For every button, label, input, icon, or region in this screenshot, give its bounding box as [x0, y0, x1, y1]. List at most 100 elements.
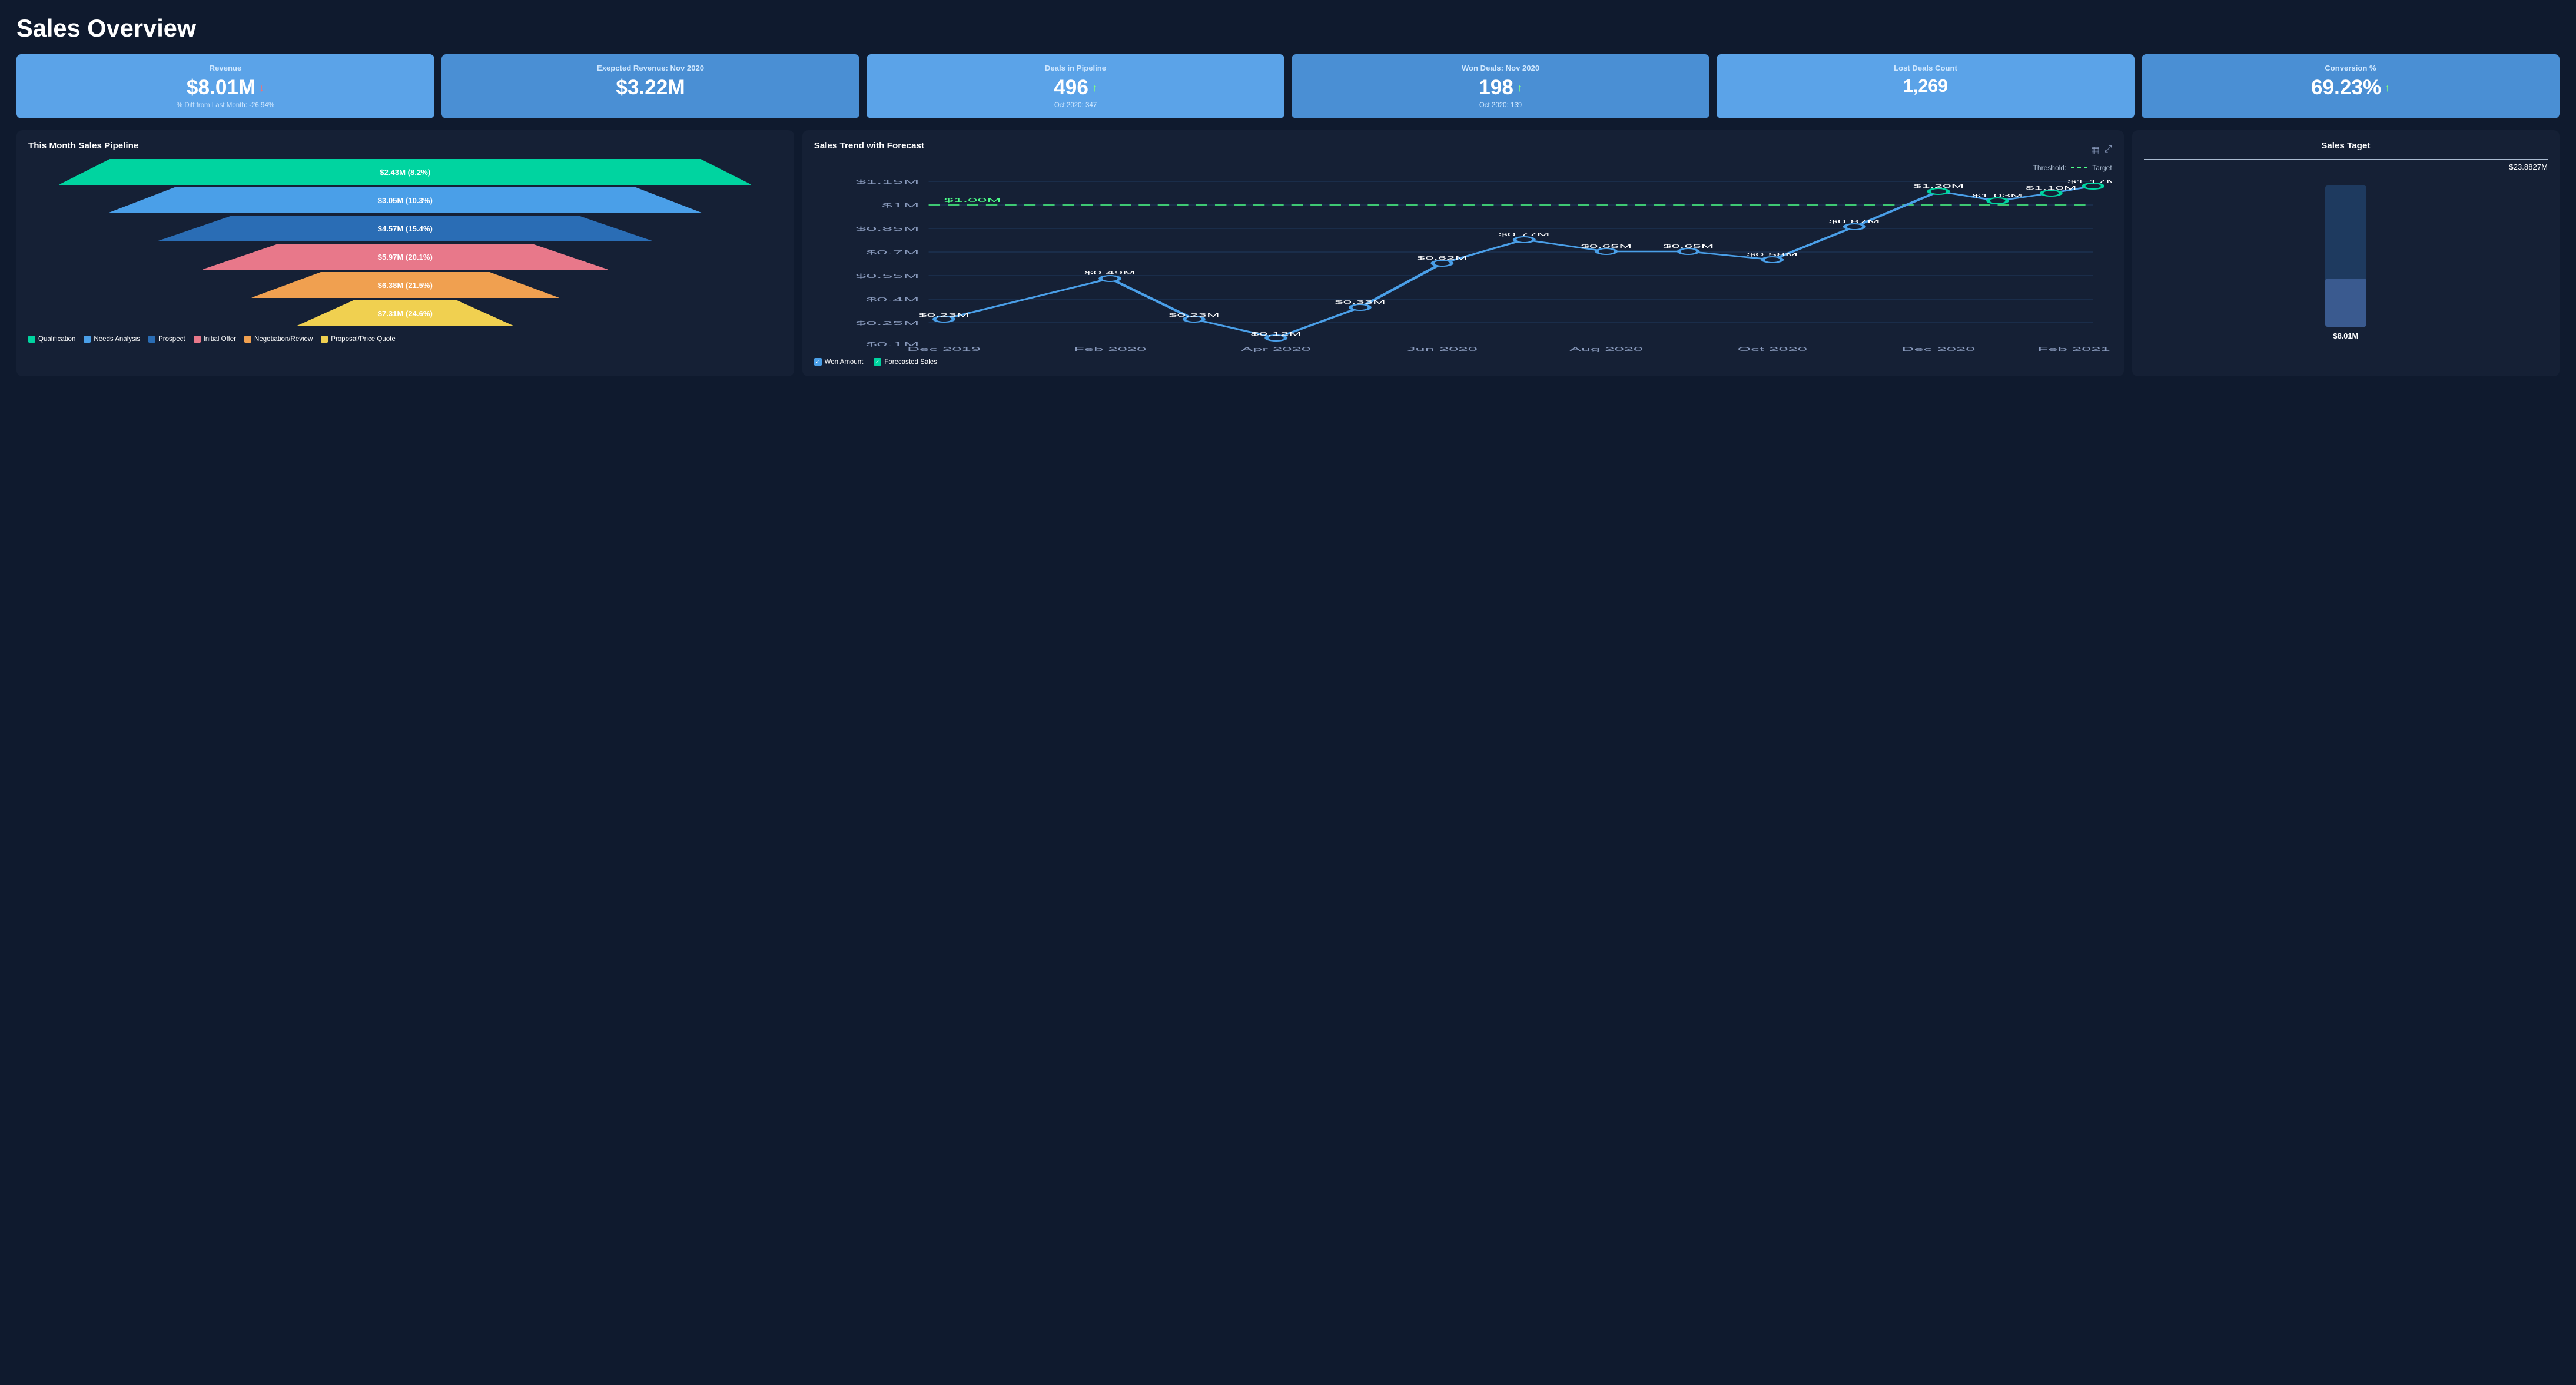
- threshold-line-icon: [2071, 167, 2087, 168]
- kpi-card-expected-revenue: Exepcted Revenue: Nov 2020 $3.22M: [441, 54, 859, 118]
- legend-dot-2: [148, 336, 155, 343]
- svg-text:$1.00M: $1.00M: [944, 197, 1001, 203]
- funnel-panel: This Month Sales Pipeline $2.43M (8.2%)$…: [16, 130, 794, 376]
- svg-text:Feb 2020: Feb 2020: [1074, 346, 1146, 352]
- arrow-up-icon-conv: ↑: [2385, 82, 2390, 94]
- svg-text:$1.15M: $1.15M: [855, 178, 919, 185]
- kpi-card-won-deals: Won Deals: Nov 2020 198 ↑ Oct 2020: 139: [1292, 54, 1709, 118]
- kpi-value-won-deals: 198 ↑: [1479, 76, 1522, 100]
- kpi-card-lost-deals: Lost Deals Count 1,269: [1717, 54, 2135, 118]
- won-amount-checkbox[interactable]: ✓: [814, 358, 822, 366]
- svg-text:$0.55M: $0.55M: [855, 273, 919, 279]
- legend-dot-3: [194, 336, 201, 343]
- svg-text:Jun 2020: Jun 2020: [1406, 346, 1477, 352]
- funnel-legend-item-4: Negotiation/Review: [244, 336, 313, 343]
- target-actual-value: $8.01M: [2333, 332, 2358, 340]
- legend-label-2: Prospect: [158, 336, 185, 343]
- arrow-up-icon: ↑: [1092, 82, 1097, 94]
- kpi-card-revenue: Revenue $8.01M ↓ % Diff from Last Month:…: [16, 54, 434, 118]
- svg-text:$0.33M: $0.33M: [1335, 300, 1385, 305]
- svg-text:$0.87M: $0.87M: [1829, 219, 1880, 224]
- svg-text:$0.12M: $0.12M: [1250, 332, 1301, 337]
- legend-label-3: Initial Offer: [204, 336, 236, 343]
- svg-text:$1M: $1M: [882, 202, 919, 208]
- page-title: Sales Overview: [16, 14, 2560, 42]
- legend-dot-1: [84, 336, 91, 343]
- svg-text:$0.85M: $0.85M: [855, 226, 919, 232]
- target-max-value: $23.8827M: [2509, 163, 2548, 171]
- kpi-row: Revenue $8.01M ↓ % Diff from Last Month:…: [16, 54, 2560, 118]
- forecasted-sales-checkbox[interactable]: ✓: [874, 358, 881, 366]
- kpi-sub-revenue: % Diff from Last Month: -26.94%: [177, 102, 274, 109]
- trend-chart-area: $1.15M $1M $0.85M $0.7M $0.55M $0.4M $0.…: [814, 175, 2112, 352]
- svg-text:Oct 2020: Oct 2020: [1737, 346, 1807, 352]
- funnel-slice-5: $7.31M (24.6%): [296, 300, 514, 326]
- svg-text:$1.10M: $1.10M: [2026, 185, 2076, 191]
- legend-won-amount: ✓ Won Amount: [814, 358, 864, 366]
- funnel-title: This Month Sales Pipeline: [28, 141, 782, 151]
- legend-label-1: Needs Analysis: [94, 336, 140, 343]
- trend-svg: $1.15M $1M $0.85M $0.7M $0.55M $0.4M $0.…: [814, 175, 2112, 352]
- chart-panel-header: Sales Trend with Forecast ▦ ⤢: [814, 141, 2112, 159]
- target-bar-container: [2325, 185, 2366, 327]
- svg-text:$0.4M: $0.4M: [866, 296, 919, 303]
- trend-chart-title: Sales Trend with Forecast: [814, 141, 924, 151]
- svg-text:Feb 2021: Feb 2021: [2037, 346, 2110, 352]
- legend-dot-0: [28, 336, 35, 343]
- funnel-chart: $2.43M (8.2%)$3.05M (10.3%)$4.57M (15.4%…: [28, 159, 782, 326]
- chart-icons: ▦ ⤢: [2091, 144, 2112, 156]
- svg-text:$0.25M: $0.25M: [855, 320, 919, 326]
- legend-label-4: Negotiation/Review: [254, 336, 313, 343]
- kpi-value-conversion: 69.23% ↑: [2311, 76, 2390, 100]
- forecasted-sales-label: Forecasted Sales: [884, 359, 937, 366]
- funnel-legend: QualificationNeeds AnalysisProspectIniti…: [28, 336, 782, 343]
- kpi-label-expected-revenue: Exepcted Revenue: Nov 2020: [597, 64, 704, 72]
- svg-text:$0.58M: $0.58M: [1747, 252, 1797, 257]
- legend-dot-5: [321, 336, 328, 343]
- svg-text:$0.65M: $0.65M: [1581, 244, 1631, 249]
- won-amount-label: Won Amount: [825, 359, 864, 366]
- kpi-value-expected-revenue: $3.22M: [616, 76, 685, 100]
- funnel-slice-4: $6.38M (21.5%): [251, 272, 560, 298]
- kpi-sub-won-deals: Oct 2020: 139: [1479, 102, 1522, 109]
- target-bar-fill: [2325, 279, 2366, 327]
- legend-label-5: Proposal/Price Quote: [331, 336, 395, 343]
- trend-chart-legend: ✓ Won Amount ✓ Forecasted Sales: [814, 358, 2112, 366]
- kpi-label-lost-deals: Lost Deals Count: [1894, 64, 1957, 72]
- svg-text:Dec 2019: Dec 2019: [907, 346, 981, 352]
- target-top-line: [2144, 159, 2548, 160]
- svg-text:$1.20M: $1.20M: [1913, 184, 1963, 189]
- svg-text:$0.7M: $0.7M: [866, 249, 919, 256]
- svg-text:$0.62M: $0.62M: [1416, 256, 1467, 261]
- funnel-legend-item-3: Initial Offer: [194, 336, 236, 343]
- svg-text:Aug 2020: Aug 2020: [1569, 346, 1643, 352]
- svg-text:$0.77M: $0.77M: [1499, 232, 1549, 237]
- funnel-legend-item-5: Proposal/Price Quote: [321, 336, 395, 343]
- kpi-value-revenue: $8.01M ↓: [187, 76, 264, 100]
- kpi-sub-deals-pipeline: Oct 2020: 347: [1054, 102, 1097, 109]
- arrow-down-icon: ↓: [259, 82, 264, 94]
- target-label: Target: [2092, 164, 2112, 172]
- expand-icon[interactable]: ⤢: [2104, 144, 2112, 156]
- kpi-label-revenue: Revenue: [210, 64, 242, 72]
- bottom-row: This Month Sales Pipeline $2.43M (8.2%)$…: [16, 130, 2560, 376]
- arrow-up-icon-won: ↑: [1517, 82, 1522, 94]
- bar-chart-icon[interactable]: ▦: [2091, 144, 2100, 156]
- svg-text:$0.49M: $0.49M: [1084, 270, 1135, 276]
- kpi-value-deals-pipeline: 496 ↑: [1054, 76, 1097, 100]
- sales-target-panel: Sales Taget $23.8827M $8.01M: [2132, 130, 2560, 376]
- svg-text:$0.23M: $0.23M: [1169, 313, 1219, 318]
- funnel-slice-3: $5.97M (20.1%): [202, 244, 609, 270]
- funnel-slice-0: $2.43M (8.2%): [58, 159, 752, 185]
- funnel-legend-item-2: Prospect: [148, 336, 185, 343]
- svg-text:$0.65M: $0.65M: [1663, 244, 1714, 249]
- kpi-card-deals-pipeline: Deals in Pipeline 496 ↑ Oct 2020: 347: [867, 54, 1284, 118]
- kpi-label-conversion: Conversion %: [2325, 64, 2376, 72]
- trend-chart-panel: Sales Trend with Forecast ▦ ⤢ Threshold:…: [802, 130, 2124, 376]
- svg-text:$1.03M: $1.03M: [1972, 193, 2023, 198]
- funnel-legend-item-1: Needs Analysis: [84, 336, 140, 343]
- sales-target-title: Sales Taget: [2321, 141, 2370, 151]
- legend-forecasted-sales: ✓ Forecasted Sales: [874, 358, 937, 366]
- kpi-card-conversion: Conversion % 69.23% ↑: [2142, 54, 2560, 118]
- svg-text:Apr 2020: Apr 2020: [1241, 346, 1310, 352]
